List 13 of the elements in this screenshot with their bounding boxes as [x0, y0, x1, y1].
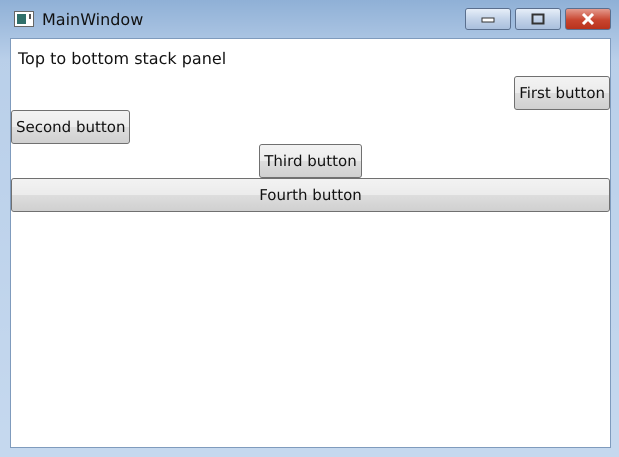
- window-title: MainWindow: [42, 10, 144, 28]
- panel-label: Top to bottom stack panel: [18, 49, 228, 68]
- maximize-button[interactable]: [515, 8, 561, 30]
- push-button[interactable]: First button: [514, 76, 610, 110]
- push-button[interactable]: Third button: [259, 144, 362, 178]
- close-icon: [581, 13, 595, 25]
- minimize-button[interactable]: [465, 8, 511, 30]
- push-button[interactable]: Fourth button: [11, 178, 610, 212]
- close-button[interactable]: [565, 8, 611, 30]
- minimize-icon: [481, 15, 495, 23]
- app-window-icon: [14, 11, 34, 27]
- push-button[interactable]: Second button: [11, 110, 130, 144]
- maximize-icon: [531, 13, 545, 25]
